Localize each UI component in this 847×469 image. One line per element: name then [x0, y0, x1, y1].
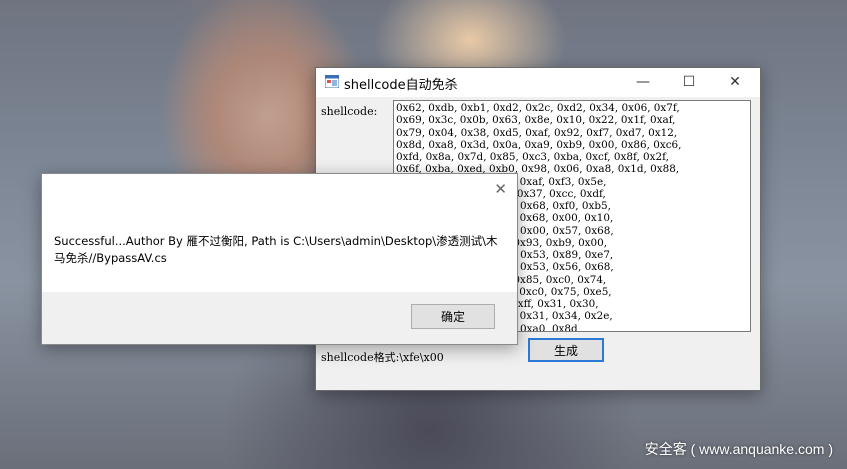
message-box: ✕ Successful...Author By 雁不过衡阳, Path is … — [41, 173, 518, 345]
shellcode-label: shellcode: — [321, 105, 378, 118]
app-icon — [325, 75, 339, 88]
shellcode-format-label: shellcode格式:\xfe\x00 — [321, 351, 444, 364]
message-text: Successful...Author By 雁不过衡阳, Path is C:… — [54, 234, 498, 265]
close-button[interactable]: ✕ — [712, 68, 758, 96]
close-icon[interactable]: ✕ — [494, 180, 507, 198]
message-footer: 确定 — [42, 292, 517, 344]
maximize-icon: ☐ — [682, 74, 696, 90]
title-bar[interactable]: shellcode自动免杀 — ☐ ✕ — [316, 68, 760, 97]
ok-button[interactable]: 确定 — [411, 304, 495, 329]
maximize-button[interactable]: ☐ — [666, 68, 712, 96]
watermark: 安全客 ( www.anquanke.com ) — [644, 441, 833, 457]
minimize-button[interactable]: — — [620, 68, 666, 96]
close-icon: ✕ — [729, 74, 741, 90]
minimize-icon: — — [636, 74, 650, 90]
window-title: shellcode自动免杀 — [344, 78, 458, 93]
generate-button[interactable]: 生成 — [528, 338, 604, 362]
